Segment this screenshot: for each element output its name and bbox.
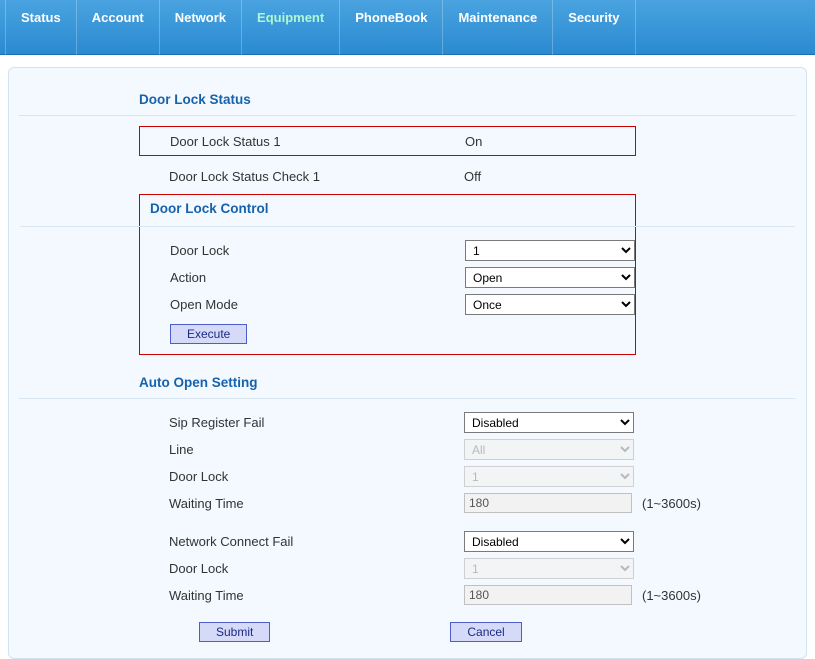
waiting-time2-label: Waiting Time [169,588,464,603]
control-door-lock-row: Door Lock 1 [140,237,635,264]
section-title-autoopen: Auto Open Setting [19,369,796,398]
net-fail-label: Network Connect Fail [169,534,464,549]
door-lock-control-box: Door Lock Control Door Lock 1 Action Ope… [139,194,636,355]
divider [20,226,795,227]
waiting-time2-input [464,585,632,605]
section-title-control: Door Lock Control [140,195,635,226]
nav-item-account[interactable]: Account [77,0,160,55]
control-open-mode-label: Open Mode [170,297,465,312]
control-door-lock-label: Door Lock [170,243,465,258]
sip-fail-select[interactable]: Disabled [464,412,634,433]
waiting-time-label: Waiting Time [169,496,464,511]
control-open-mode-select[interactable]: Once [465,294,635,315]
status-row-2: Door Lock Status Check 1 Off [19,164,796,188]
sip-fail-row: Sip Register Fail Disabled [19,409,796,436]
auto-door-lock-select: 1 [464,466,634,487]
waiting-time-hint: (1~3600s) [642,496,701,511]
section-title-status: Door Lock Status [19,86,796,115]
control-door-lock-select[interactable]: 1 [465,240,635,261]
control-action-row: Action Open [140,264,635,291]
divider [19,398,796,399]
execute-button[interactable]: Execute [170,324,247,344]
nav-item-equipment[interactable]: Equipment [242,0,340,55]
waiting-time-input [464,493,632,513]
status-1-label: Door Lock Status 1 [170,134,465,149]
net-fail-row: Network Connect Fail Disabled [19,528,796,555]
nav-item-status[interactable]: Status [5,0,77,55]
line-label: Line [169,442,464,457]
divider [19,115,796,116]
waiting-time-row: Waiting Time (1~3600s) [19,490,796,516]
auto-door-lock2-row: Door Lock 1 [19,555,796,582]
auto-door-lock2-select: 1 [464,558,634,579]
nav-item-network[interactable]: Network [160,0,242,55]
nav-item-maintenance[interactable]: Maintenance [443,0,553,55]
control-action-label: Action [170,270,465,285]
main-panel: Door Lock Status Door Lock Status 1 On D… [8,67,807,659]
status-1-value: On [465,134,482,149]
line-row: Line All [19,436,796,463]
waiting-time2-hint: (1~3600s) [642,588,701,603]
nav-item-security[interactable]: Security [553,0,635,55]
waiting-time2-row: Waiting Time (1~3600s) [19,582,796,608]
footer-buttons: Submit Cancel [19,608,796,642]
auto-door-lock2-label: Door Lock [169,561,464,576]
status-row-1: Door Lock Status 1 On [140,129,635,153]
control-open-mode-row: Open Mode Once [140,291,635,318]
status-2-label: Door Lock Status Check 1 [169,169,464,184]
submit-button[interactable]: Submit [199,622,270,642]
top-nav: Status Account Network Equipment PhoneBo… [0,0,815,55]
control-action-select[interactable]: Open [465,267,635,288]
line-select: All [464,439,634,460]
sip-fail-label: Sip Register Fail [169,415,464,430]
nav-item-phonebook[interactable]: PhoneBook [340,0,443,55]
net-fail-select[interactable]: Disabled [464,531,634,552]
cancel-button[interactable]: Cancel [450,622,521,642]
door-lock-status-box: Door Lock Status 1 On [139,126,636,156]
status-2-value: Off [464,169,481,184]
auto-door-lock-row: Door Lock 1 [19,463,796,490]
auto-door-lock-label: Door Lock [169,469,464,484]
